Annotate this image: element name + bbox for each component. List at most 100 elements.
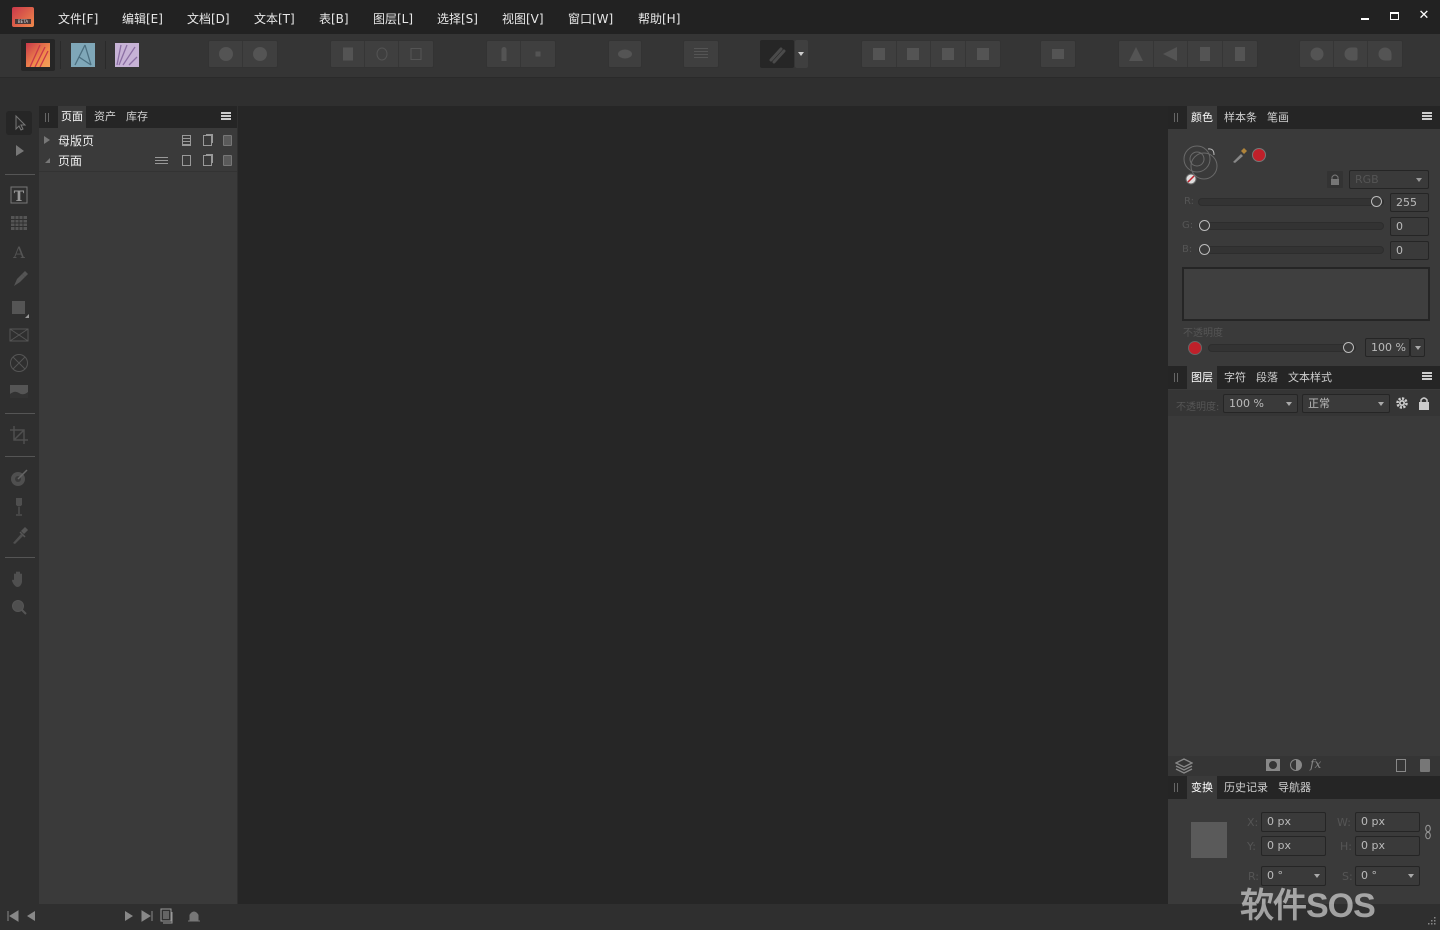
panel-grip-icon[interactable] bbox=[1174, 373, 1178, 382]
layers-stack-icon[interactable] bbox=[1175, 758, 1193, 774]
artistic-text-tool[interactable]: A bbox=[6, 240, 32, 264]
maximize-button[interactable] bbox=[1386, 8, 1402, 24]
tab-assets[interactable]: 资产 bbox=[91, 106, 119, 128]
move-to-front-button[interactable] bbox=[966, 41, 1000, 67]
trash-icon[interactable] bbox=[223, 135, 232, 146]
crop-tool[interactable] bbox=[6, 423, 32, 447]
gear-icon[interactable] bbox=[1395, 396, 1409, 410]
notification-bell-icon[interactable] bbox=[187, 909, 201, 923]
document-canvas[interactable] bbox=[238, 106, 1168, 904]
link-chain-icon[interactable] bbox=[1424, 824, 1432, 840]
x-field[interactable]: 0 px bbox=[1261, 812, 1326, 832]
green-value-field[interactable]: 0 bbox=[1390, 217, 1429, 236]
inline-button[interactable] bbox=[521, 41, 555, 67]
node-tool[interactable] bbox=[6, 139, 32, 163]
panel-grip-icon[interactable] bbox=[45, 113, 49, 122]
duplicate-page-icon[interactable] bbox=[203, 155, 212, 166]
add-master-page-icon[interactable] bbox=[182, 135, 191, 146]
color-picker-tool[interactable] bbox=[6, 523, 32, 547]
move-back-one-button[interactable] bbox=[897, 41, 931, 67]
last-page-icon[interactable] bbox=[141, 910, 153, 922]
trash-icon[interactable] bbox=[1420, 759, 1430, 772]
menu-table[interactable]: 表[B] bbox=[319, 10, 349, 27]
preflight-button[interactable] bbox=[243, 41, 277, 67]
tab-swatches[interactable]: 样本条 bbox=[1220, 106, 1261, 129]
previous-page-icon[interactable] bbox=[26, 910, 36, 922]
tab-character[interactable]: 字符 bbox=[1220, 366, 1250, 389]
ellipse-frame-button[interactable] bbox=[365, 41, 400, 67]
anchor-point-selector[interactable] bbox=[1191, 822, 1227, 858]
rectangle-tool[interactable] bbox=[6, 296, 32, 320]
tab-pages[interactable]: 页面 bbox=[58, 106, 86, 128]
y-field[interactable]: 0 px bbox=[1261, 836, 1326, 856]
baseline-grid-button[interactable] bbox=[684, 41, 718, 67]
layer-opacity-select[interactable]: 100 % bbox=[1223, 394, 1298, 413]
panel-menu-icon[interactable] bbox=[221, 112, 231, 120]
ellipse-frame-tool[interactable] bbox=[6, 351, 32, 375]
menu-text[interactable]: 文本[T] bbox=[254, 10, 295, 27]
transparency-tool[interactable] bbox=[6, 495, 32, 519]
tab-layers[interactable]: 图层 bbox=[1187, 366, 1217, 389]
width-field[interactable]: 0 px bbox=[1355, 812, 1420, 832]
designer-persona-button[interactable] bbox=[66, 39, 100, 71]
layers-list[interactable] bbox=[1168, 416, 1440, 756]
minimize-button[interactable] bbox=[1357, 8, 1373, 24]
text-frame-tool[interactable]: T bbox=[6, 183, 32, 207]
text-frame-button[interactable] bbox=[331, 41, 366, 67]
tab-stroke[interactable]: 笔画 bbox=[1263, 106, 1293, 129]
pin-button[interactable] bbox=[487, 41, 522, 67]
adjustment-layer-icon[interactable] bbox=[1290, 759, 1302, 771]
color-picker-button[interactable] bbox=[1231, 146, 1249, 164]
tab-paragraph[interactable]: 段落 bbox=[1252, 366, 1282, 389]
menu-file[interactable]: 文件[F] bbox=[58, 10, 98, 27]
trash-icon[interactable] bbox=[223, 155, 232, 166]
preview-button[interactable] bbox=[609, 41, 641, 67]
menu-select[interactable]: 选择[S] bbox=[437, 10, 478, 27]
place-image-tool[interactable] bbox=[6, 379, 32, 403]
panel-menu-icon[interactable] bbox=[1422, 112, 1432, 120]
move-forward-one-button[interactable] bbox=[931, 41, 966, 67]
rotate-right-button[interactable] bbox=[1223, 41, 1257, 67]
tab-stock[interactable]: 库存 bbox=[123, 106, 151, 128]
duplicate-master-icon[interactable] bbox=[203, 135, 212, 146]
move-to-back-button[interactable] bbox=[862, 41, 897, 67]
blue-value-field[interactable]: 0 bbox=[1390, 241, 1429, 260]
align-button[interactable] bbox=[1041, 41, 1075, 67]
close-button[interactable]: ✕ bbox=[1416, 8, 1432, 24]
opacity-dropdown[interactable] bbox=[1410, 338, 1425, 357]
add-boolean-button[interactable] bbox=[1300, 41, 1335, 67]
tab-text-styles[interactable]: 文本样式 bbox=[1284, 366, 1336, 389]
add-page-icon[interactable] bbox=[182, 155, 191, 166]
color-model-select[interactable]: RGB bbox=[1349, 170, 1429, 189]
expand-arrow-icon[interactable] bbox=[44, 136, 50, 144]
photo-persona-button[interactable] bbox=[110, 39, 144, 71]
slider-knob[interactable] bbox=[1199, 244, 1210, 255]
slider-knob[interactable] bbox=[1343, 342, 1354, 353]
panel-menu-icon[interactable] bbox=[1422, 372, 1432, 380]
fx-icon[interactable]: fx bbox=[1310, 757, 1321, 771]
red-value-field[interactable]: 255 bbox=[1390, 193, 1429, 212]
blend-mode-select[interactable]: 正常 bbox=[1302, 394, 1390, 413]
view-tool[interactable] bbox=[6, 567, 32, 591]
green-slider[interactable] bbox=[1198, 220, 1384, 231]
next-page-icon[interactable] bbox=[124, 910, 134, 922]
red-slider[interactable] bbox=[1198, 196, 1384, 207]
tab-color[interactable]: 颜色 bbox=[1187, 106, 1217, 129]
slider-knob[interactable] bbox=[1199, 220, 1210, 231]
lock-icon[interactable] bbox=[1418, 396, 1430, 410]
panel-grip-icon[interactable] bbox=[1174, 783, 1178, 792]
tab-transform[interactable]: 变换 bbox=[1187, 776, 1217, 799]
tab-history[interactable]: 历史记录 bbox=[1220, 776, 1272, 799]
subtract-boolean-button[interactable] bbox=[1334, 41, 1369, 67]
share-button[interactable] bbox=[209, 41, 244, 67]
snapping-dropdown[interactable] bbox=[795, 40, 808, 68]
opacity-field[interactable]: 100 % bbox=[1365, 338, 1410, 357]
rectangle-frame-tool[interactable] bbox=[6, 323, 32, 347]
rotate-left-button[interactable] bbox=[1188, 41, 1223, 67]
panel-grip-icon[interactable] bbox=[1174, 113, 1178, 122]
picture-frame-button[interactable] bbox=[399, 41, 433, 67]
pages-icon[interactable] bbox=[160, 908, 174, 924]
slider-knob[interactable] bbox=[1371, 196, 1382, 207]
resize-grip-icon[interactable] bbox=[1427, 916, 1437, 926]
height-field[interactable]: 0 px bbox=[1355, 836, 1420, 856]
